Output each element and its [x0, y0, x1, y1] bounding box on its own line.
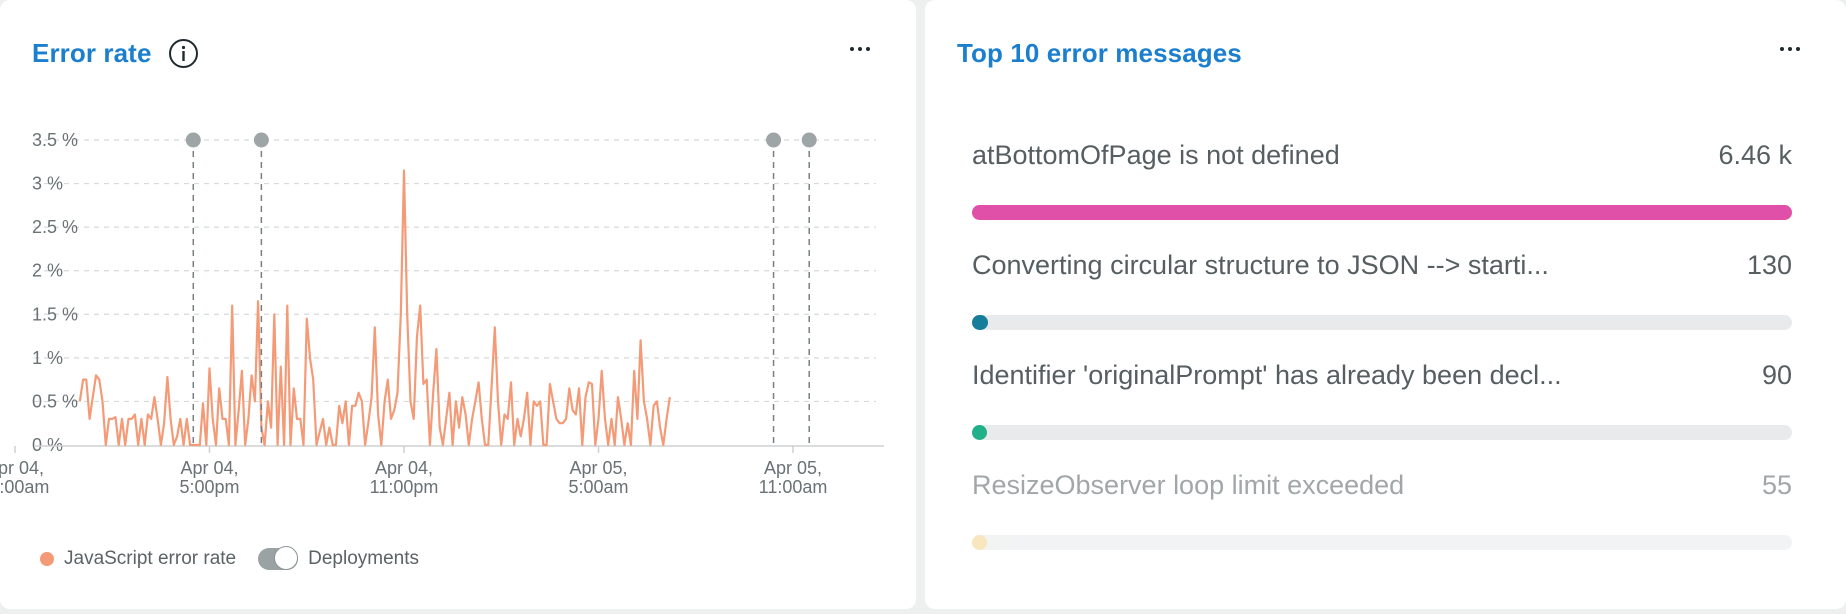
legend-deployments-label[interactable]: Deployments [308, 548, 419, 570]
error-rate-chart: 0 %0.5 %1 %1.5 %2 %2.5 %3 %3.5 %Apr 04,1… [0, 130, 884, 497]
x-tick-label: 11:00am [759, 477, 828, 497]
error-count-bar-track [972, 205, 1792, 220]
deployments-toggle[interactable] [258, 546, 299, 570]
series-color-dot [40, 552, 54, 566]
top-errors-title[interactable]: Top 10 error messages [957, 38, 1242, 69]
series-line [78, 169, 671, 447]
x-tick-label: Apr 04, [375, 458, 433, 478]
error-message-label[interactable]: Identifier 'originalPrompt' has already … [972, 360, 1562, 391]
y-tick-label: 0.5 % [32, 391, 78, 411]
error-count-bar-fill [972, 535, 987, 550]
error-count-bar-fill [972, 205, 1792, 220]
info-icon[interactable] [168, 38, 199, 69]
error-message-label[interactable]: Converting circular structure to JSON --… [972, 250, 1549, 281]
error-message-label[interactable]: atBottomOfPage is not defined [972, 140, 1340, 171]
y-tick-label: 1.5 % [32, 304, 78, 324]
x-tick-label: 5:00am [568, 477, 628, 497]
error-count-bar-fill [972, 425, 987, 440]
more-options-icon[interactable] [1770, 34, 1810, 64]
error-message-count: 55 [1761, 470, 1792, 500]
error-rate-title[interactable]: Error rate [32, 38, 152, 69]
error-rate-panel: Error rate 0 % 0.5 % 1 % 1.5 % 2 % 2.5 % 3 % 3.… [0, 0, 916, 609]
deployment-marker-dot[interactable] [766, 132, 782, 148]
y-tick-label: 2 % [32, 261, 63, 281]
x-tick-label: Apr 04, [0, 458, 44, 478]
legend-series-label[interactable]: JavaScript error rate [64, 548, 236, 570]
error-count-bar-track [972, 315, 1792, 330]
x-tick-label: 5:00pm [179, 477, 239, 497]
error-count-bar-track [972, 535, 1792, 550]
y-tick-label: 0 % [32, 435, 63, 455]
chart-legend: JavaScript error rate Deployments [40, 546, 419, 570]
error-message-count: 130 [1746, 250, 1792, 280]
more-options-icon[interactable] [840, 34, 880, 64]
error-count-bar-fill [972, 315, 989, 330]
error-message-count: 6.46 k [1718, 140, 1792, 170]
x-tick-label: Apr 05, [569, 458, 627, 478]
y-tick-label: 3.5 % [32, 130, 78, 150]
error-count-bar-track [972, 425, 1792, 440]
y-tick-label: 2.5 % [32, 217, 78, 237]
error-message-count: 90 [1761, 360, 1792, 390]
top-errors-panel: Top 10 error messages atBottomOfPage is … [925, 0, 1846, 609]
y-tick-label: 1 % [32, 348, 63, 368]
y-tick-label: 3 % [32, 174, 63, 194]
deployment-marker-dot[interactable] [801, 132, 817, 148]
deployment-marker-dot[interactable] [185, 132, 201, 148]
error-message-label[interactable]: ResizeObserver loop limit exceeded [972, 470, 1404, 501]
x-tick-label: Apr 04, [180, 458, 238, 478]
deployment-marker-dot[interactable] [253, 132, 269, 148]
x-tick-label: Apr 05, [764, 458, 822, 478]
x-tick-label: 11:00pm [370, 477, 439, 497]
x-tick-label: 11:00am [0, 477, 49, 497]
